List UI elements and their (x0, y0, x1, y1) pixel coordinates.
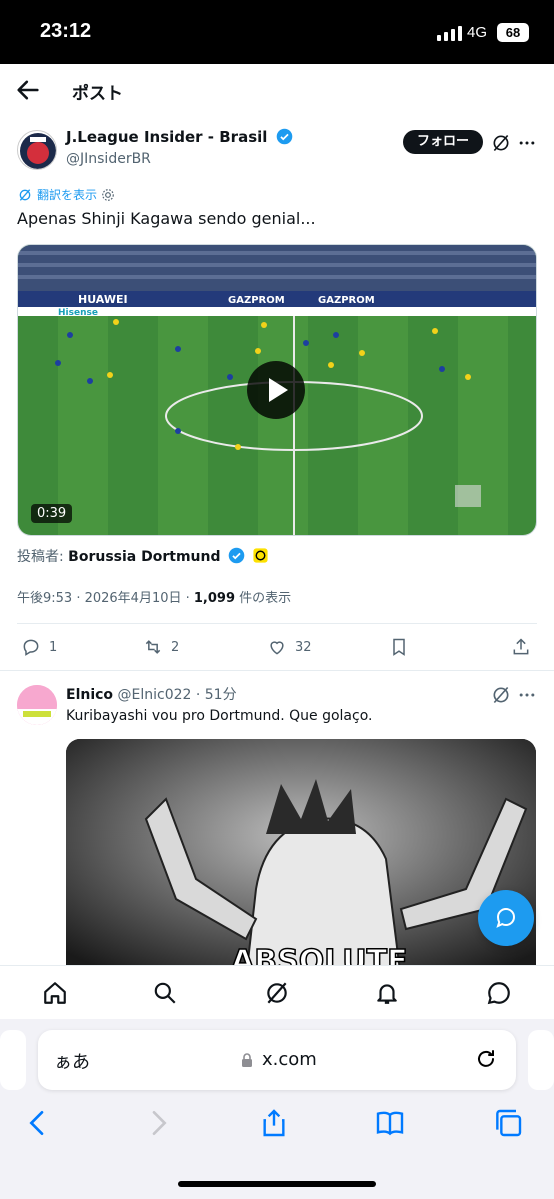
grok-icon[interactable] (491, 133, 511, 153)
share-icon (513, 638, 529, 655)
like-button[interactable]: 32 (267, 637, 312, 657)
network-type: 4G (467, 24, 488, 41)
page-title: ポスト (72, 84, 123, 104)
grok-tab-icon[interactable] (264, 980, 290, 1006)
top-nav: ポスト (0, 64, 554, 116)
messages-icon[interactable] (486, 980, 512, 1006)
share-button[interactable] (511, 637, 531, 657)
browser-toolbar: ぁあ x.com (0, 1019, 554, 1199)
next-tab-card[interactable] (528, 1030, 554, 1090)
more-options-icon[interactable] (517, 133, 537, 153)
repost-button[interactable]: 2 (143, 637, 179, 657)
address-bar[interactable]: ぁあ x.com (38, 1030, 516, 1090)
browser-share-icon[interactable] (258, 1107, 290, 1139)
lock-icon (242, 1053, 252, 1067)
signal-icon (437, 25, 463, 41)
bottom-tab-bar (0, 965, 554, 1019)
browser-back-icon[interactable] (22, 1107, 54, 1139)
ad-board-3: GAZPROM (318, 295, 375, 306)
bookmark-icon (393, 638, 405, 656)
divider (17, 623, 537, 624)
video-duration: 0:39 (31, 504, 73, 523)
verified-badge-icon (228, 547, 245, 564)
reply-icon (23, 639, 39, 656)
follow-button[interactable]: フォロー (403, 130, 483, 154)
reply-image[interactable]: ABSOLUTE (66, 739, 536, 979)
play-button-icon[interactable] (247, 361, 305, 419)
author-avatar[interactable] (17, 130, 57, 170)
status-bar: 23:12 4G 68 (0, 0, 554, 64)
author-name[interactable]: J.League Insider - Brasil (66, 128, 293, 146)
grok-icon[interactable] (491, 685, 511, 705)
ad-board-2: GAZPROM (228, 295, 285, 306)
repost-icon (145, 640, 161, 654)
home-icon[interactable] (42, 980, 68, 1006)
more-options-icon[interactable] (517, 685, 537, 705)
back-arrow-icon[interactable] (14, 76, 42, 104)
views-count: 1,099 (193, 591, 236, 606)
reload-icon[interactable] (474, 1047, 498, 1071)
browser-forward-icon[interactable] (142, 1107, 174, 1139)
heart-icon (270, 641, 284, 655)
settings-gear-icon[interactable] (101, 188, 115, 202)
reply-avatar[interactable] (17, 685, 57, 725)
post-text: Apenas Shinji Kagawa sendo genial... (17, 209, 316, 228)
grok-small-icon (19, 188, 31, 201)
posted-by-name[interactable]: Borussia Dortmund (68, 549, 220, 565)
post-meta: 午後9:53 · 2026年4月10日 · 1,099 件の表示 (17, 591, 292, 606)
status-time: 23:12 (40, 20, 92, 42)
reply-author-name[interactable]: Elnico (66, 687, 113, 703)
battery-icon: 68 (497, 23, 529, 42)
page-settings-button[interactable]: ぁあ (54, 1048, 90, 1074)
posted-by: 投稿者: Borussia Dortmund (17, 546, 269, 566)
reply-button[interactable]: 1 (21, 637, 57, 657)
message-bubble-icon (496, 907, 516, 928)
url-host[interactable]: x.com (262, 1049, 317, 1070)
ad-board-1: HUAWEI (78, 293, 128, 306)
bookmarks-book-icon[interactable] (374, 1107, 406, 1139)
author-handle[interactable]: @JInsiderBR (66, 151, 151, 167)
translate-label[interactable]: 翻訳を表示 (37, 186, 97, 203)
divider (0, 670, 554, 671)
compose-message-button[interactable] (478, 890, 534, 946)
tabs-overview-icon[interactable] (492, 1107, 524, 1139)
reply-author[interactable]: Elnico @Elnic022 · 51分 (66, 684, 237, 704)
notifications-bell-icon[interactable] (374, 980, 400, 1006)
bookmark-button[interactable] (389, 637, 409, 657)
manga-illustration: ABSOLUTE (66, 739, 536, 979)
reply-meta: @Elnic022 · 51分 (117, 687, 237, 703)
previous-tab-card[interactable] (0, 1030, 26, 1090)
home-indicator (178, 1181, 376, 1187)
reply-text: Kuribayashi vou pro Dortmund. Que golaço… (66, 708, 373, 724)
search-icon[interactable] (152, 980, 178, 1006)
bvb-logo-icon (253, 548, 268, 563)
verified-badge-icon (276, 128, 292, 145)
translate-link[interactable]: 翻訳を表示 (17, 186, 115, 203)
